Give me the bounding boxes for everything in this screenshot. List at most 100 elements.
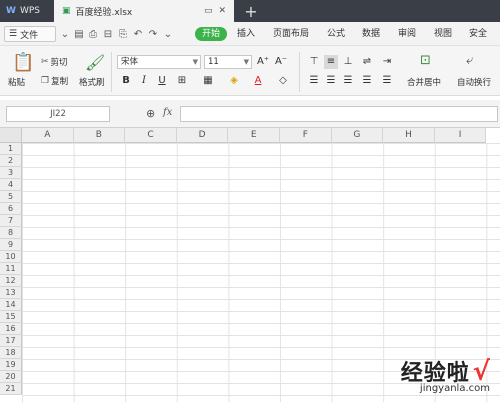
cell-style-icon[interactable]: ▦ bbox=[201, 74, 215, 88]
tab-review[interactable]: 审阅 bbox=[398, 27, 416, 41]
undo-icon[interactable]: ↶ bbox=[131, 26, 145, 42]
column-header[interactable]: A bbox=[22, 128, 74, 143]
tab-wps-label: WPS bbox=[19, 6, 40, 16]
column-header[interactable]: B bbox=[73, 128, 126, 143]
row-header[interactable]: 18 bbox=[0, 347, 22, 359]
align-right-icon[interactable]: ☰ bbox=[341, 74, 355, 88]
dropdown-arrow-icon[interactable]: ⌄ bbox=[58, 26, 72, 42]
customize-toolbar-icon[interactable]: ⌄ bbox=[161, 26, 175, 42]
row-header[interactable]: 14 bbox=[0, 299, 22, 311]
file-menu-label: 文件 bbox=[20, 30, 39, 41]
row-header[interactable]: 8 bbox=[0, 227, 22, 239]
close-tab-icon[interactable]: ✕ bbox=[218, 6, 226, 16]
row-header[interactable]: 7 bbox=[0, 215, 22, 227]
row-header[interactable]: 11 bbox=[0, 263, 22, 275]
tab-page-layout[interactable]: 页面布局 bbox=[273, 27, 309, 41]
tab-wps[interactable]: W WPS bbox=[0, 0, 52, 22]
row-header[interactable]: 9 bbox=[0, 239, 22, 251]
column-header[interactable]: E bbox=[228, 128, 280, 143]
row-header[interactable]: 15 bbox=[0, 311, 22, 323]
align-center-icon[interactable]: ☰ bbox=[324, 74, 338, 88]
format-painter-icon[interactable]: 🖌 bbox=[85, 53, 105, 72]
merge-center-button[interactable]: 合并居中 bbox=[407, 76, 441, 88]
wrap-text-icon[interactable]: ⤶ bbox=[466, 53, 473, 68]
chevron-down-icon: ▼ bbox=[192, 58, 198, 66]
formula-input[interactable] bbox=[180, 106, 498, 122]
decrease-font-size-icon[interactable]: A⁻ bbox=[274, 55, 288, 69]
tab-document-label: 百度经验.xlsx bbox=[75, 7, 133, 18]
italic-button[interactable]: I bbox=[137, 74, 151, 88]
zoom-search-icon[interactable]: ⊕ bbox=[146, 107, 155, 120]
column-header[interactable]: C bbox=[125, 128, 177, 143]
font-color-icon[interactable]: A bbox=[251, 74, 265, 88]
paste-button[interactable]: 粘贴 bbox=[8, 76, 25, 88]
row-header[interactable]: 1 bbox=[0, 143, 22, 155]
row-header[interactable]: 3 bbox=[0, 167, 22, 179]
copy-icon: ❐ bbox=[41, 76, 50, 86]
tab-insert[interactable]: 插入 bbox=[237, 27, 255, 41]
fill-color-icon[interactable]: ◈ bbox=[227, 74, 241, 88]
clear-format-icon[interactable]: ◇ bbox=[276, 74, 290, 88]
column-header[interactable]: D bbox=[176, 128, 229, 143]
indent-icon[interactable]: ⇥ bbox=[380, 55, 394, 69]
copy-button[interactable]: ❐ 复制 bbox=[41, 75, 68, 87]
merge-cells-icon[interactable]: ⊡ bbox=[420, 53, 431, 68]
print-preview-icon[interactable]: ⎙ bbox=[86, 26, 100, 42]
distributed-icon[interactable]: ☰ bbox=[380, 74, 394, 88]
bold-button[interactable]: B bbox=[119, 74, 133, 88]
column-header[interactable]: H bbox=[383, 128, 435, 143]
row-header[interactable]: 21 bbox=[0, 383, 22, 395]
orientation-icon[interactable]: ⇌ bbox=[360, 55, 374, 69]
fx-icon[interactable]: fx bbox=[163, 107, 172, 118]
tab-data[interactable]: 数据 bbox=[362, 27, 380, 41]
scissors-icon: ✂ bbox=[41, 57, 49, 67]
tab-document[interactable]: ▣ 百度经验.xlsx ▭ ✕ bbox=[54, 0, 234, 22]
row-header[interactable]: 17 bbox=[0, 335, 22, 347]
align-bottom-icon[interactable]: ⊥ bbox=[341, 55, 355, 69]
window-restore-icon[interactable]: ▭ bbox=[204, 6, 213, 16]
tab-formulas[interactable]: 公式 bbox=[327, 27, 345, 41]
row-header[interactable]: 13 bbox=[0, 287, 22, 299]
paste-icon[interactable]: 📋 bbox=[12, 52, 34, 73]
justify-icon[interactable]: ☰ bbox=[360, 74, 374, 88]
borders-icon[interactable]: ⊞ bbox=[175, 74, 189, 88]
row-header[interactable]: 2 bbox=[0, 155, 22, 167]
underline-button[interactable]: U bbox=[155, 74, 169, 88]
row-header[interactable]: 16 bbox=[0, 323, 22, 335]
redo-icon[interactable]: ↷ bbox=[146, 26, 160, 42]
column-header[interactable]: F bbox=[280, 128, 332, 143]
save-icon[interactable]: ▤ bbox=[72, 26, 86, 42]
select-all-corner[interactable] bbox=[0, 128, 22, 143]
name-box[interactable]: JI22 bbox=[6, 106, 110, 122]
align-top-icon[interactable]: ⊤ bbox=[307, 55, 321, 69]
tab-home[interactable]: 开始 bbox=[195, 27, 228, 41]
hamburger-icon: ☰ bbox=[9, 29, 18, 39]
row-header[interactable]: 12 bbox=[0, 275, 22, 287]
tab-security[interactable]: 安全 bbox=[469, 27, 487, 41]
ribbon-separator bbox=[299, 52, 300, 92]
row-header[interactable]: 10 bbox=[0, 251, 22, 263]
new-tab-button[interactable]: + bbox=[240, 0, 262, 22]
print-icon[interactable]: ⊟ bbox=[101, 26, 115, 42]
row-header[interactable]: 6 bbox=[0, 203, 22, 215]
format-painter-button[interactable]: 格式刷 bbox=[79, 76, 105, 88]
font-name-select[interactable]: 宋体 ▼ bbox=[117, 55, 201, 69]
row-header[interactable]: 20 bbox=[0, 371, 22, 383]
file-menu-button[interactable]: ☰ 文件 bbox=[4, 26, 56, 42]
font-size-select[interactable]: 11 ▼ bbox=[204, 55, 252, 69]
column-header[interactable]: G bbox=[331, 128, 384, 143]
row-header[interactable]: 5 bbox=[0, 191, 22, 203]
row-header[interactable]: 19 bbox=[0, 359, 22, 371]
align-left-icon[interactable]: ☰ bbox=[307, 74, 321, 88]
font-size-value: 11 bbox=[208, 57, 219, 67]
cut-button[interactable]: ✂ 剪切 bbox=[41, 56, 68, 68]
increase-font-size-icon[interactable]: A⁺ bbox=[256, 55, 270, 69]
wrap-text-button[interactable]: 自动换行 bbox=[457, 76, 491, 88]
column-header[interactable]: I bbox=[434, 128, 487, 143]
align-middle-icon[interactable]: ≡ bbox=[324, 55, 338, 69]
watermark: 经验啦 √ jingyanla.com bbox=[401, 355, 490, 394]
row-header[interactable]: 4 bbox=[0, 179, 22, 191]
ribbon-separator bbox=[111, 52, 112, 92]
export-pdf-icon[interactable]: ⎘ bbox=[116, 26, 130, 42]
tab-view[interactable]: 视图 bbox=[434, 27, 452, 41]
